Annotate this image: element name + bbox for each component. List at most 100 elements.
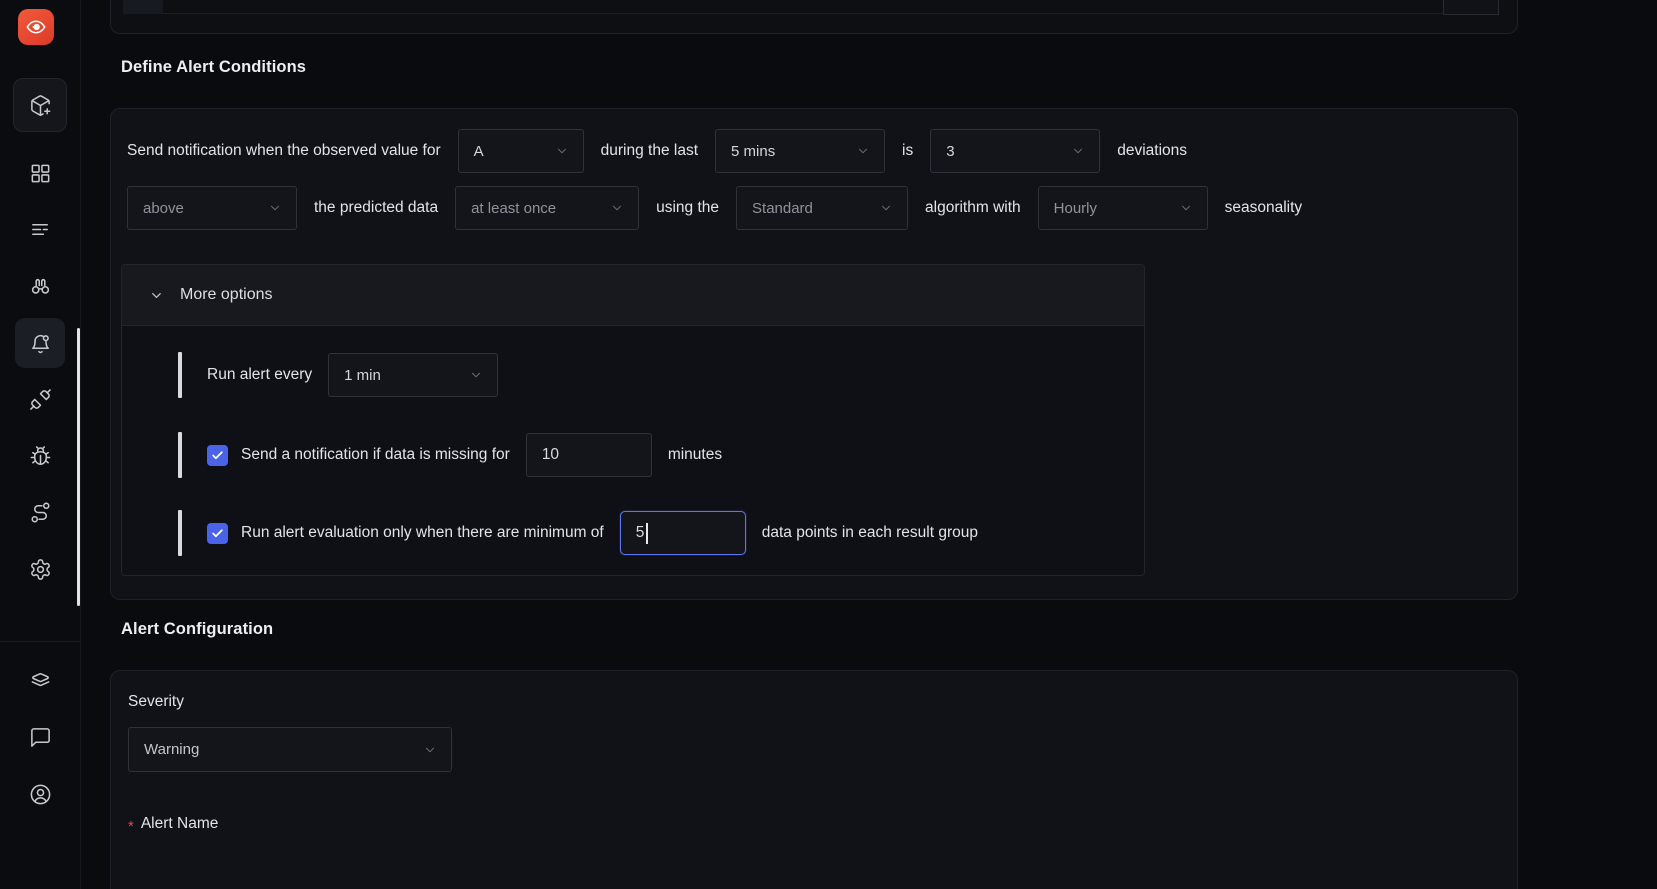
minutes-label: minutes [667, 446, 723, 463]
missing-data-checkbox[interactable] [207, 444, 228, 466]
conditions-panel: Send notification when the observed valu… [110, 108, 1518, 600]
seasonality-label: seasonality [1224, 199, 1303, 216]
sidebar-item-explorer[interactable] [15, 261, 65, 311]
min-data-points-label: Run alert evaluation only when there are… [241, 524, 604, 541]
min-data-points-value: 5 [635, 524, 645, 541]
grid-icon [31, 164, 49, 182]
layers-icon [31, 672, 49, 686]
alert-name-label: Alert Name [140, 815, 219, 832]
algorithm-select-value: Standard [752, 199, 813, 217]
sidebar-item-support-chat[interactable] [15, 712, 65, 762]
deviation-count-select[interactable]: 3 [930, 129, 1101, 173]
list-lines-icon [31, 223, 48, 235]
sidebar-scrollbar-thumb[interactable] [77, 328, 80, 606]
gear-icon [30, 558, 50, 580]
algorithm-select[interactable]: Standard [736, 186, 909, 230]
missing-data-row: Send a notification if data is missing f… [178, 432, 738, 478]
sidebar-item-logs[interactable] [15, 204, 65, 254]
chevron-down-icon [1181, 205, 1190, 211]
data-points-suffix-label: data points in each result group [761, 524, 978, 541]
query-select[interactable]: A [457, 129, 584, 173]
more-options-title: More options [180, 286, 273, 303]
match-type-select[interactable]: at least once [455, 186, 640, 230]
evaluation-window-select[interactable]: 5 mins [715, 129, 886, 173]
chevron-down-icon [152, 292, 161, 298]
condition-sentence-row-1: Send notification when the observed valu… [127, 129, 1187, 173]
alert-frequency-select[interactable]: 1 min [328, 353, 499, 397]
is-label: is [902, 142, 914, 159]
sidebar-item-account[interactable] [15, 769, 65, 819]
chat-bubble-icon [30, 727, 50, 747]
min-data-points-input[interactable]: 5 [619, 511, 746, 555]
row-accent-bar [178, 510, 182, 556]
run-alert-every-label: Run alert every [207, 366, 313, 383]
sidebar-item-layers[interactable] [15, 655, 65, 705]
package-plus-icon [30, 94, 50, 116]
sidebar-item-get-started[interactable] [13, 78, 67, 132]
alert-configuration-title: Alert Configuration [121, 620, 274, 638]
alert-configuration-panel: Severity Warning * Alert Name [110, 670, 1518, 889]
deviations-label: deviations [1117, 142, 1188, 159]
bell-dot-icon [31, 334, 49, 353]
previous-section-panel [110, 0, 1518, 34]
sidebar [0, 0, 81, 889]
sidebar-item-integrations[interactable] [15, 374, 65, 424]
using-the-label: using the [656, 199, 720, 216]
previous-section-divider [123, 0, 1499, 14]
chevron-down-icon [425, 747, 435, 752]
previous-section-right-box [1443, 0, 1499, 15]
during-label: during the last [600, 142, 699, 159]
signoz-logo[interactable] [18, 9, 54, 45]
seasonality-select[interactable]: Hourly [1037, 186, 1208, 230]
missing-data-minutes-input[interactable]: 10 [525, 433, 652, 477]
bug-icon [30, 445, 50, 465]
severity-label: Severity [128, 693, 184, 710]
operator-select[interactable]: above [127, 186, 297, 230]
sidebar-divider [0, 641, 80, 642]
sidebar-item-alerts[interactable] [15, 318, 65, 368]
condition-sentence-row-2: above the predicted data at least once u… [127, 186, 1302, 230]
sidebar-item-dashboards[interactable] [15, 148, 65, 198]
chevron-down-icon [1074, 148, 1083, 154]
sidebar-item-service-map[interactable] [15, 487, 65, 537]
severity-select-value: Warning [144, 741, 200, 758]
operator-select-value: above [143, 199, 184, 217]
run-alert-every-row: Run alert every 1 min [178, 352, 499, 398]
chevron-down-icon [613, 205, 622, 211]
alert-name-row: * Alert Name [128, 815, 219, 835]
match-type-value: at least once [471, 199, 557, 217]
row-accent-bar [178, 352, 182, 398]
previous-section-tab[interactable] [123, 0, 163, 14]
binoculars-icon [31, 278, 49, 294]
more-options-section: More options Run alert every 1 min Send … [121, 264, 1145, 576]
min-data-points-checkbox[interactable] [207, 522, 228, 544]
sidebar-item-settings[interactable] [15, 544, 65, 594]
query-select-value: A [473, 142, 484, 160]
row-accent-bar [178, 432, 182, 478]
missing-data-label: Send a notification if data is missing f… [241, 446, 510, 463]
define-alert-conditions-title: Define Alert Conditions [121, 58, 307, 76]
min-data-points-row: Run alert evaluation only when there are… [178, 510, 994, 556]
plug-icon [29, 388, 51, 410]
checkmark-icon [212, 450, 223, 459]
severity-select[interactable]: Warning [128, 727, 452, 772]
missing-data-minutes-value: 10 [541, 446, 560, 463]
checkmark-icon [212, 528, 223, 537]
deviation-count-value: 3 [946, 142, 955, 160]
chevron-down-icon [881, 205, 891, 211]
required-marker: * [128, 817, 134, 835]
seasonality-select-value: Hourly [1053, 199, 1097, 217]
algorithm-with-label: algorithm with [925, 199, 1021, 216]
more-options-toggle[interactable]: More options [122, 265, 1144, 326]
eye-logo-icon [26, 20, 46, 34]
text-cursor [646, 522, 648, 544]
sidebar-item-exceptions[interactable] [15, 431, 65, 481]
chevron-down-icon [557, 148, 566, 154]
chevron-down-icon [270, 205, 280, 211]
chevron-down-icon [472, 372, 481, 378]
route-icon [30, 502, 50, 522]
predicted-data-label: the predicted data [314, 199, 439, 216]
evaluation-window-value: 5 mins [731, 142, 776, 160]
alert-frequency-value: 1 min [344, 366, 381, 384]
user-circle-icon [30, 784, 50, 804]
